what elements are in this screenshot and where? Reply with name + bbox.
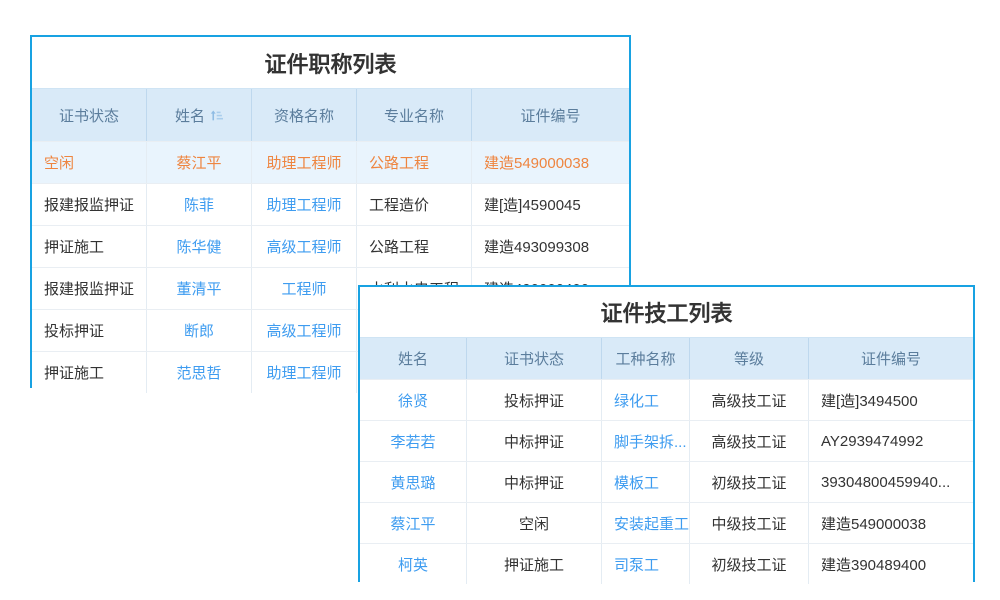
- cell-cert-status: 中标押证: [467, 421, 602, 461]
- table-row[interactable]: 押证施工 陈华健 高级工程师 公路工程 建造493099308: [32, 225, 629, 267]
- cell-name-link[interactable]: 陈菲: [147, 184, 252, 225]
- cell-level: 中级技工证: [690, 503, 809, 543]
- cell-cert-status: 空闲: [467, 503, 602, 543]
- column-header-label: 证书状态: [504, 348, 564, 369]
- sort-ascending-icon[interactable]: [210, 109, 223, 122]
- table1-header-row: 证书状态 姓名 资格名称 专业名称 证件编号: [32, 88, 629, 141]
- cell-qualification-link[interactable]: 助理工程师: [252, 184, 357, 225]
- column-header-label: 资格名称: [274, 105, 334, 126]
- column-header-label: 证书状态: [59, 105, 119, 126]
- cell-worktype-link[interactable]: 脚手架拆...: [602, 421, 690, 461]
- cell-name-link[interactable]: 范思哲: [147, 352, 252, 393]
- cell-qualification-link[interactable]: 工程师: [252, 268, 357, 309]
- column-header-qualification: 资格名称: [252, 89, 357, 141]
- column-header-label: 专业名称: [384, 105, 444, 126]
- column-header-level: 等级: [690, 338, 809, 379]
- column-header-cert-status: 证书状态: [32, 89, 147, 141]
- column-header-label: 工种名称: [615, 348, 675, 369]
- cell-major: 公路工程: [357, 226, 472, 267]
- cell-qualification-link[interactable]: 助理工程师: [252, 352, 357, 393]
- cell-qualification-link[interactable]: 高级工程师: [252, 226, 357, 267]
- cell-major: 公路工程: [357, 142, 472, 183]
- cell-cert-status: 投标押证: [467, 380, 602, 420]
- column-header-cert-number: 证件编号: [472, 89, 629, 141]
- cell-major: 工程造价: [357, 184, 472, 225]
- cell-cert-number: 建造549000038: [472, 142, 629, 183]
- cell-name-link[interactable]: 黄思璐: [360, 462, 467, 502]
- table-row[interactable]: 徐贤 投标押证 绿化工 高级技工证 建[造]3494500: [360, 379, 973, 420]
- cell-cert-status: 报建报监押证: [32, 268, 147, 309]
- page: 证件职称列表 证书状态 姓名 资格名称 专业名称 证件编号 空闲 蔡江平 助理工…: [0, 0, 1000, 600]
- technician-certificates-panel: 证件技工列表 姓名 证书状态 工种名称 等级 证件编号 徐贤 投标押证 绿化工 …: [358, 285, 975, 582]
- cell-qualification-link[interactable]: 高级工程师: [252, 310, 357, 351]
- column-header-cert-number: 证件编号: [809, 338, 973, 379]
- cell-name-link[interactable]: 陈华健: [147, 226, 252, 267]
- cell-cert-status: 报建报监押证: [32, 184, 147, 225]
- cell-level: 高级技工证: [690, 421, 809, 461]
- cell-worktype-link[interactable]: 绿化工: [602, 380, 690, 420]
- cell-cert-number: 建造390489400: [809, 544, 973, 584]
- cell-cert-number: 建[造]3494500: [809, 380, 973, 420]
- cell-worktype-link[interactable]: 模板工: [602, 462, 690, 502]
- table2-header-row: 姓名 证书状态 工种名称 等级 证件编号: [360, 337, 973, 379]
- cell-name-link[interactable]: 蔡江平: [147, 142, 252, 183]
- cell-name-link[interactable]: 断郎: [147, 310, 252, 351]
- table-row[interactable]: 报建报监押证 陈菲 助理工程师 工程造价 建[造]4590045: [32, 183, 629, 225]
- panel-title-technicians: 证件技工列表: [360, 287, 973, 337]
- column-header-major: 专业名称: [357, 89, 472, 141]
- cell-name-link[interactable]: 蔡江平: [360, 503, 467, 543]
- cell-name-link[interactable]: 董清平: [147, 268, 252, 309]
- cell-cert-number: 建造549000038: [809, 503, 973, 543]
- cell-cert-status: 投标押证: [32, 310, 147, 351]
- cell-qualification-link[interactable]: 助理工程师: [252, 142, 357, 183]
- cell-cert-status: 中标押证: [467, 462, 602, 502]
- cell-cert-number: 39304800459940...: [809, 462, 973, 502]
- column-header-name: 姓名: [360, 338, 467, 379]
- table-row[interactable]: 黄思璐 中标押证 模板工 初级技工证 39304800459940...: [360, 461, 973, 502]
- cell-name-link[interactable]: 徐贤: [360, 380, 467, 420]
- cell-level: 高级技工证: [690, 380, 809, 420]
- cell-cert-number: 建造493099308: [472, 226, 629, 267]
- table-row[interactable]: 空闲 蔡江平 助理工程师 公路工程 建造549000038: [32, 141, 629, 183]
- column-header-cert-status: 证书状态: [467, 338, 602, 379]
- cell-name-link[interactable]: 柯英: [360, 544, 467, 584]
- column-header-label: 证件编号: [520, 105, 580, 126]
- table-row[interactable]: 蔡江平 空闲 安装起重工 中级技工证 建造549000038: [360, 502, 973, 543]
- column-header-name[interactable]: 姓名: [147, 89, 252, 141]
- cell-worktype-link[interactable]: 安装起重工: [602, 503, 690, 543]
- cell-cert-status: 押证施工: [32, 226, 147, 267]
- cell-cert-status: 空闲: [32, 142, 147, 183]
- cell-name-link[interactable]: 李若若: [360, 421, 467, 461]
- column-header-label: 姓名: [398, 348, 428, 369]
- cell-cert-number: AY2939474992: [809, 421, 973, 461]
- column-header-label: 姓名: [175, 105, 205, 126]
- panel-title-titles: 证件职称列表: [32, 37, 629, 88]
- table-row[interactable]: 李若若 中标押证 脚手架拆... 高级技工证 AY2939474992: [360, 420, 973, 461]
- cell-level: 初级技工证: [690, 462, 809, 502]
- cell-cert-status: 押证施工: [32, 352, 147, 393]
- cell-worktype-link[interactable]: 司泵工: [602, 544, 690, 584]
- column-header-worktype: 工种名称: [602, 338, 690, 379]
- cell-cert-status: 押证施工: [467, 544, 602, 584]
- column-header-label: 等级: [734, 348, 764, 369]
- cell-cert-number: 建[造]4590045: [472, 184, 629, 225]
- cell-level: 初级技工证: [690, 544, 809, 584]
- table-row[interactable]: 柯英 押证施工 司泵工 初级技工证 建造390489400: [360, 543, 973, 584]
- column-header-label: 证件编号: [861, 348, 921, 369]
